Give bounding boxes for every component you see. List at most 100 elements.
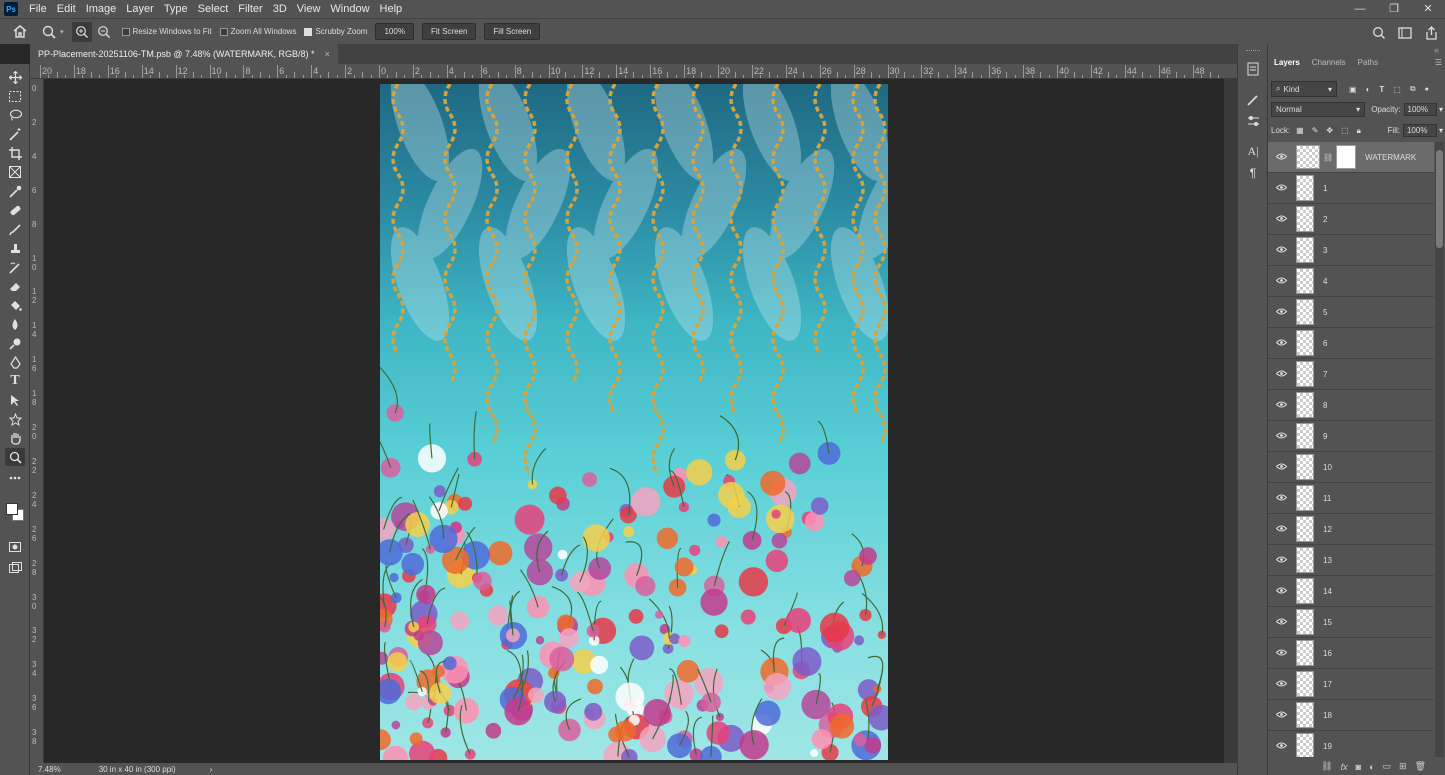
layer-name[interactable]: 4 bbox=[1323, 277, 1327, 286]
visibility-eye-icon[interactable] bbox=[1272, 369, 1290, 379]
lock-transparent-icon[interactable]: ▦ bbox=[1296, 126, 1304, 136]
layers-scroll-thumb[interactable] bbox=[1436, 150, 1443, 248]
layer-row[interactable]: 13 bbox=[1268, 545, 1434, 576]
menu-image[interactable]: Image bbox=[81, 3, 122, 15]
zoom-value-field[interactable]: 100% bbox=[375, 23, 414, 40]
zoom-out-icon[interactable] bbox=[94, 22, 114, 42]
tab-paths[interactable]: Paths bbox=[1352, 54, 1384, 72]
blur-tool-icon[interactable] bbox=[5, 315, 25, 333]
hand-tool-icon[interactable] bbox=[5, 429, 25, 447]
layer-thumbnail[interactable] bbox=[1296, 268, 1314, 294]
history-panel-icon[interactable] bbox=[1244, 60, 1262, 78]
menu-window[interactable]: Window bbox=[325, 3, 374, 15]
scrubby-zoom-checkbox[interactable]: Scrubby Zoom bbox=[304, 27, 367, 36]
brush-tool-icon[interactable] bbox=[5, 220, 25, 238]
layer-row[interactable]: 14 bbox=[1268, 576, 1434, 607]
layer-row[interactable]: 10 bbox=[1268, 452, 1434, 483]
menu-view[interactable]: View bbox=[292, 3, 326, 15]
more-tools-icon[interactable] bbox=[5, 469, 25, 487]
panel-menu-icon[interactable]: ☰ bbox=[1429, 54, 1445, 72]
brush-settings-panel-icon[interactable] bbox=[1244, 90, 1262, 108]
layer-thumbnail[interactable] bbox=[1296, 516, 1314, 542]
quick-mask-icon[interactable] bbox=[5, 538, 25, 556]
chevron-down-icon[interactable]: ▾ bbox=[1439, 126, 1443, 135]
lock-position-icon[interactable]: ✥ bbox=[1326, 126, 1333, 136]
layer-thumbnail[interactable] bbox=[1296, 547, 1314, 573]
layer-name[interactable]: 7 bbox=[1323, 370, 1327, 379]
delete-layer-icon[interactable]: 🗑︎ bbox=[1415, 761, 1426, 772]
visibility-eye-icon[interactable] bbox=[1272, 400, 1290, 410]
layer-thumbnail[interactable] bbox=[1296, 299, 1314, 325]
color-swatches[interactable] bbox=[4, 501, 26, 523]
filter-toggle-icon[interactable]: ● bbox=[1425, 86, 1429, 93]
shape-tool-icon[interactable] bbox=[5, 410, 25, 428]
close-tab-icon[interactable]: × bbox=[325, 49, 330, 59]
layer-thumbnail[interactable] bbox=[1296, 206, 1314, 232]
layer-name[interactable]: 6 bbox=[1323, 339, 1327, 348]
menu-file[interactable]: File bbox=[24, 3, 52, 15]
layer-thumbnail[interactable] bbox=[1296, 237, 1314, 263]
layer-thumbnail[interactable] bbox=[1296, 145, 1320, 169]
zoom-all-windows-checkbox[interactable]: Zoom All Windows bbox=[219, 27, 296, 36]
menu-filter[interactable]: Filter bbox=[233, 3, 267, 15]
link-layers-icon[interactable]: ⛓ bbox=[1321, 761, 1332, 772]
tab-layers[interactable]: Layers bbox=[1268, 54, 1306, 72]
layer-row[interactable]: 6 bbox=[1268, 328, 1434, 359]
add-mask-icon[interactable]: ◙ bbox=[1356, 762, 1361, 772]
frame-tool-icon[interactable] bbox=[5, 163, 25, 181]
layer-row[interactable]: 16 bbox=[1268, 638, 1434, 669]
layer-name[interactable]: 2 bbox=[1323, 215, 1327, 224]
healing-brush-tool-icon[interactable] bbox=[5, 201, 25, 219]
smart-object-filter-icon[interactable]: ⧉ bbox=[1410, 84, 1416, 94]
document-tab[interactable]: PP-Placement-20251106-TM.psb @ 7.48% (WA… bbox=[30, 44, 338, 64]
clone-stamp-tool-icon[interactable] bbox=[5, 239, 25, 257]
layer-name[interactable]: 17 bbox=[1323, 680, 1332, 689]
chevron-down-icon[interactable]: ▾ bbox=[60, 28, 64, 36]
adjustments-panel-icon[interactable] bbox=[1244, 112, 1262, 130]
canvas-vertical-scrollbar[interactable] bbox=[1224, 79, 1237, 763]
layer-thumbnail[interactable] bbox=[1296, 454, 1314, 480]
visibility-eye-icon[interactable] bbox=[1272, 555, 1290, 565]
layer-row[interactable]: 19 bbox=[1268, 731, 1434, 757]
dodge-tool-icon[interactable] bbox=[5, 334, 25, 352]
layer-thumbnail[interactable] bbox=[1296, 423, 1314, 449]
layer-name[interactable]: 11 bbox=[1323, 494, 1331, 503]
share-icon[interactable] bbox=[1421, 23, 1441, 43]
menu-select[interactable]: Select bbox=[193, 3, 234, 15]
layer-thumbnail[interactable] bbox=[1296, 640, 1314, 666]
layer-row[interactable]: 18 bbox=[1268, 700, 1434, 731]
blend-mode-select[interactable]: Normal ▾ bbox=[1271, 102, 1366, 117]
status-menu-arrow[interactable]: › bbox=[210, 765, 213, 774]
visibility-eye-icon[interactable] bbox=[1272, 462, 1290, 472]
visibility-eye-icon[interactable] bbox=[1272, 524, 1290, 534]
lasso-tool-icon[interactable] bbox=[5, 106, 25, 124]
layer-effects-icon[interactable]: fx bbox=[1341, 762, 1348, 772]
type-tool-icon[interactable]: T bbox=[5, 372, 25, 390]
close-window-button[interactable]: ✕ bbox=[1411, 0, 1445, 18]
lock-all-icon[interactable]: 🔒︎ bbox=[1357, 126, 1361, 136]
layer-row[interactable]: 4 bbox=[1268, 266, 1434, 297]
layer-row[interactable]: 9 bbox=[1268, 421, 1434, 452]
character-panel-icon[interactable]: A| bbox=[1244, 142, 1262, 160]
marquee-tool-icon[interactable] bbox=[5, 87, 25, 105]
layer-thumbnail[interactable] bbox=[1296, 361, 1314, 387]
layer-thumbnail[interactable] bbox=[1296, 733, 1314, 757]
zoom-level[interactable]: 7.48% bbox=[38, 765, 61, 774]
visibility-eye-icon[interactable] bbox=[1272, 307, 1290, 317]
visibility-eye-icon[interactable] bbox=[1272, 617, 1290, 627]
layer-row[interactable]: 2 bbox=[1268, 204, 1434, 235]
shape-filter-icon[interactable]: ⬚ bbox=[1393, 85, 1401, 94]
zoom-tool-icon[interactable] bbox=[5, 448, 25, 466]
layer-name[interactable]: 5 bbox=[1323, 308, 1327, 317]
tab-channels[interactable]: Channels bbox=[1306, 54, 1352, 72]
visibility-eye-icon[interactable] bbox=[1272, 648, 1290, 658]
search-icon[interactable] bbox=[1369, 23, 1389, 43]
layer-name[interactable]: 3 bbox=[1323, 246, 1327, 255]
lock-artboard-icon[interactable]: ⬚ bbox=[1341, 126, 1349, 136]
layer-name[interactable]: 15 bbox=[1323, 618, 1332, 627]
chevron-down-icon[interactable]: ▾ bbox=[1439, 105, 1443, 114]
layer-row[interactable]: 11 bbox=[1268, 483, 1434, 514]
visibility-eye-icon[interactable] bbox=[1272, 214, 1290, 224]
layer-thumbnail[interactable] bbox=[1296, 392, 1314, 418]
opacity-field[interactable]: 100% bbox=[1403, 103, 1437, 116]
